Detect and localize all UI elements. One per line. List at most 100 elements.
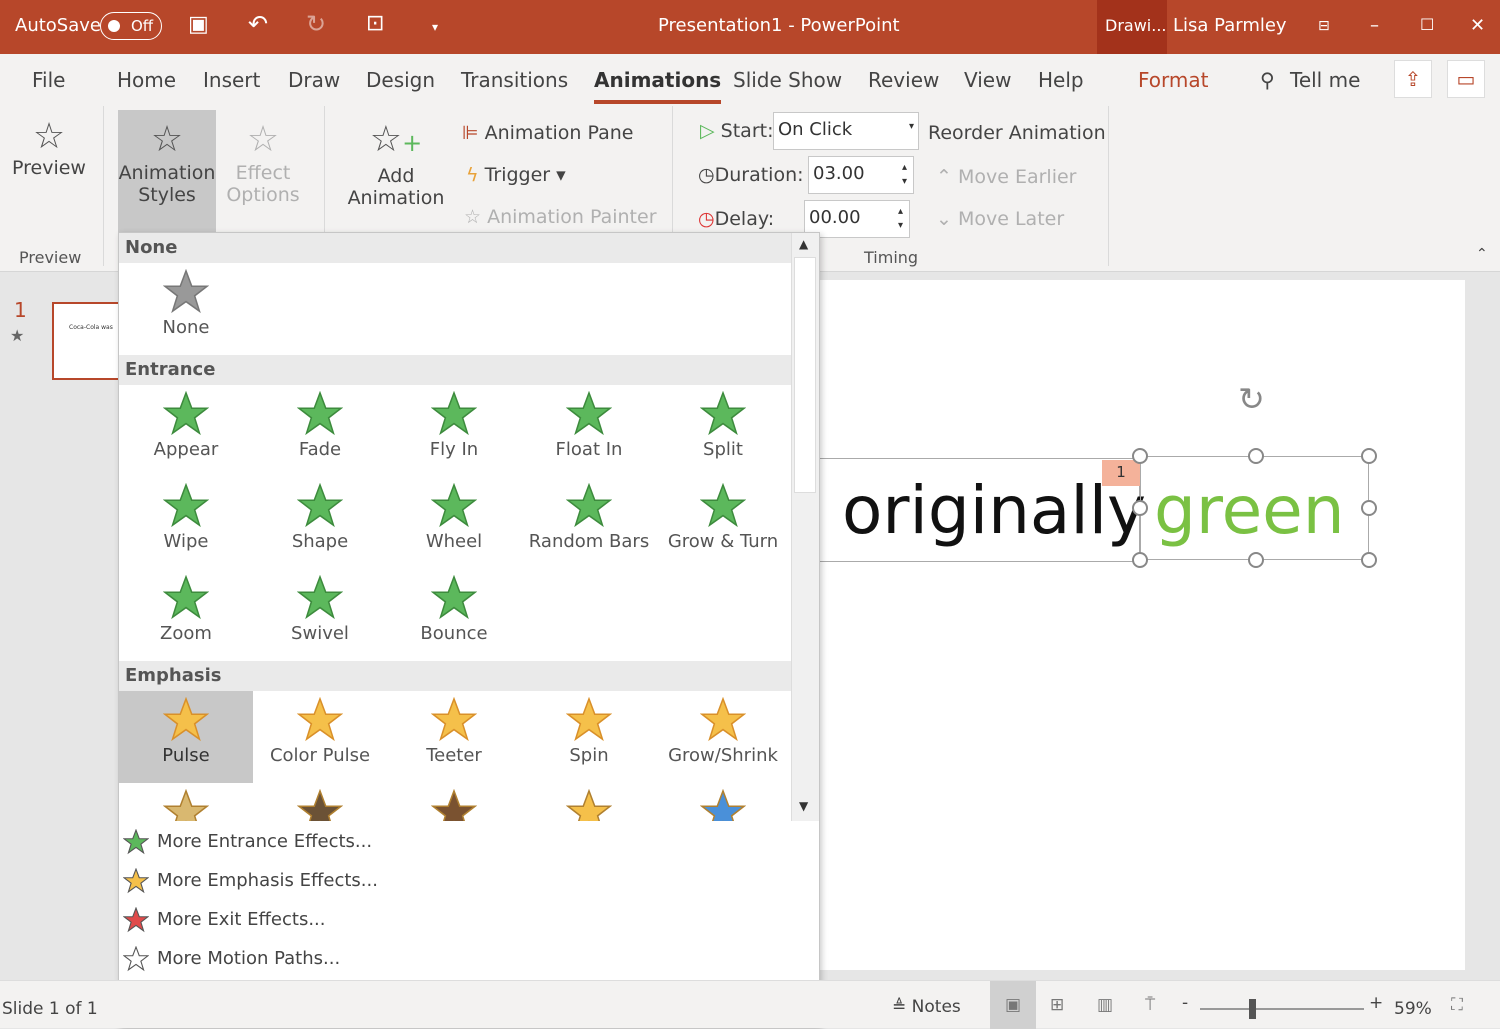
effect-grow-turn[interactable]: Grow & Turn [656,477,790,569]
menu-star-icon [122,945,150,972]
tab-view[interactable]: View [964,68,1011,92]
effect-shape[interactable]: Shape [253,477,387,569]
tab-review[interactable]: Review [868,68,939,92]
animation-styles-label: Animation [118,162,216,184]
menu-item-more-motion-paths[interactable]: More Motion Paths... [122,945,340,972]
save-icon[interactable]: ▣ [188,12,209,37]
effect-split[interactable]: Split [656,385,790,477]
duration-spinner[interactable]: 03.00 ▴ ▾ [808,156,914,194]
menu-item-more-emphasis-effects[interactable]: More Emphasis Effects... [122,867,378,894]
effect-random-bars[interactable]: Random Bars [522,477,656,569]
menu-item-label: More Emphasis Effects... [157,870,378,891]
effect-wheel[interactable]: Wheel [387,477,521,569]
partial-effect-star-icon[interactable] [297,789,343,821]
effect-appear[interactable]: Appear [119,385,253,477]
tab-insert[interactable]: Insert [203,68,260,92]
add-animation-label-2: Animation [347,187,445,209]
zoom-in-button[interactable]: + [1369,993,1383,1013]
reading-view-button[interactable]: ▥ [1097,995,1113,1015]
tell-me-search[interactable]: Tell me [1290,68,1360,92]
effect-swivel[interactable]: Swivel [253,569,387,661]
fit-to-window-icon[interactable]: ⛶ [1451,995,1463,1015]
effect-options-label-2: Options [226,184,300,206]
zoom-out-button[interactable]: - [1182,993,1188,1013]
effect-grow-shrink[interactable]: Grow/Shrink [656,691,790,783]
slideshow-view-button[interactable]: ⍑ [1145,995,1155,1015]
tab-help[interactable]: Help [1038,68,1084,92]
tab-draw[interactable]: Draw [288,68,340,92]
close-button[interactable]: ✕ [1470,15,1485,36]
scroll-down-icon[interactable]: ▼ [799,799,808,813]
comments-button[interactable]: ▭ [1447,60,1485,98]
effect-fade[interactable]: Fade [253,385,387,477]
scroll-up-icon[interactable]: ▲ [799,237,808,251]
tab-home[interactable]: Home [117,68,176,92]
maximize-button[interactable]: ☐ [1420,15,1434,34]
slide-canvas[interactable]: originally 1 green ↻ [820,280,1465,970]
add-animation-button[interactable]: ☆+ Add Animation [340,118,452,209]
effect-fly-in[interactable]: Fly In [387,385,521,477]
context-tab-drawing[interactable]: Drawi... [1097,0,1167,54]
animation-styles-button[interactable]: ☆ Animation Styles [118,110,216,232]
star-icon [431,575,477,620]
effect-teeter[interactable]: Teeter [387,691,521,783]
animation-painter-button[interactable]: ☆ Animation Painter [464,206,657,228]
autosave-toggle[interactable]: Off [100,12,162,40]
user-name[interactable]: Lisa Parmley [1173,15,1287,36]
present-icon[interactable]: ⊡ [366,11,384,36]
effect-none[interactable]: None [119,263,253,355]
tab-animations[interactable]: Animations [594,68,722,104]
undo-icon[interactable]: ↶ [248,10,268,38]
zoom-slider[interactable] [1200,1008,1364,1010]
partial-effect-star-icon[interactable] [431,789,477,821]
ribbon-display-icon[interactable]: ⊟ [1318,18,1330,34]
effect-bounce[interactable]: Bounce [387,569,521,661]
start-dropdown[interactable]: On Click ▾ [773,112,919,150]
effect-options-button[interactable]: ☆ Effect Options [220,118,306,206]
rotate-handle-icon[interactable]: ↻ [1238,380,1265,418]
move-later-button[interactable]: ⌄ Move Later [936,208,1064,230]
menu-item-more-exit-effects[interactable]: More Exit Effects... [122,906,326,933]
search-icon[interactable]: ⚲ [1260,68,1275,92]
menu-item-more-entrance-effects[interactable]: More Entrance Effects... [122,828,373,855]
tab-slide-show[interactable]: Slide Show [733,68,842,92]
effect-zoom[interactable]: Zoom [119,569,253,661]
animation-tag[interactable]: 1 [1102,460,1140,486]
menu-item-label: More Exit Effects... [157,909,326,930]
tab-format[interactable]: Format [1138,68,1208,92]
animation-pane-button[interactable]: ⊫ Animation Pane [462,122,633,144]
gallery-scrollbar[interactable]: ▲ ▼ [791,233,819,821]
redo-icon[interactable]: ↻ [306,10,326,38]
effect-color-pulse[interactable]: Color Pulse [253,691,387,783]
star-icon [297,697,343,742]
share-button[interactable]: ⇪ [1394,60,1432,98]
collapse-ribbon-icon[interactable]: ⌃ [1476,246,1488,262]
effect-label: Color Pulse [269,745,371,766]
normal-view-button[interactable]: ▣ [990,981,1036,1029]
start-value: On Click [778,119,853,140]
effect-pulse[interactable]: Pulse [119,691,253,783]
partial-effect-star-icon[interactable] [566,789,612,821]
preview-button[interactable]: ☆ Preview [8,116,90,179]
effect-float-in[interactable]: Float In [522,385,656,477]
notes-button[interactable]: ≜ Notes [892,997,961,1017]
slide-sorter-button[interactable]: ⊞ [1050,995,1064,1015]
trigger-button[interactable]: ϟ Trigger ▾ [466,164,566,186]
menu-item-label: More Entrance Effects... [157,831,373,852]
minimize-button[interactable]: – [1370,15,1379,36]
tab-design[interactable]: Design [366,68,435,92]
tab-file[interactable]: File [32,68,65,92]
move-earlier-button[interactable]: ⌃ Move Earlier [936,166,1076,188]
zoom-level[interactable]: 59% [1394,999,1432,1019]
effect-wipe[interactable]: Wipe [119,477,253,569]
star-icon [700,483,746,528]
tab-transitions[interactable]: Transitions [461,68,568,92]
zoom-slider-thumb[interactable] [1249,999,1257,1019]
scroll-thumb[interactable] [794,257,816,493]
slide-thumbnail[interactable]: Coca-Cola was [52,302,122,380]
effect-label: None [162,317,210,338]
partial-effect-star-icon[interactable] [700,789,746,821]
effect-spin[interactable]: Spin [522,691,656,783]
customize-qat-icon[interactable]: ▾ [432,20,438,34]
partial-effect-star-icon[interactable] [163,789,209,821]
